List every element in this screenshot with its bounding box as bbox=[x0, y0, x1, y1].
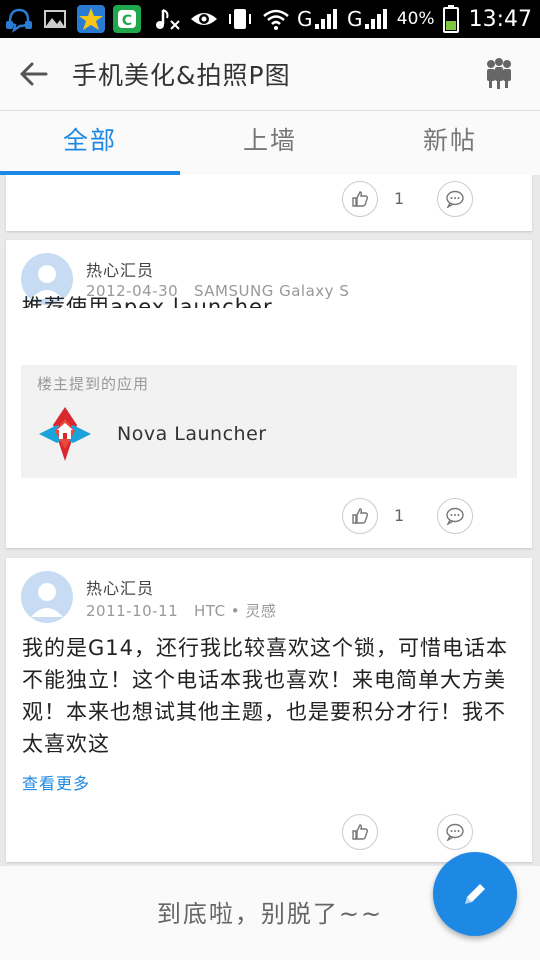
gallery-icon bbox=[44, 10, 66, 28]
comment-icon bbox=[446, 507, 464, 525]
thumbs-up-icon bbox=[352, 824, 369, 840]
see-more-link[interactable]: 查看更多 bbox=[22, 770, 90, 794]
thumbs-up-icon bbox=[352, 508, 369, 524]
avatar[interactable] bbox=[21, 571, 73, 623]
battery-percent: 40% bbox=[396, 9, 435, 29]
music-muted-icon bbox=[155, 9, 180, 30]
eye-icon bbox=[190, 13, 217, 25]
tab-all[interactable]: 全部 bbox=[0, 111, 180, 175]
battery-icon bbox=[442, 5, 459, 33]
post-card: 热心汇员 2012-04-30 SAMSUNG Galaxy S 推荐使用ape… bbox=[6, 240, 532, 548]
clock: 13:47 bbox=[468, 6, 532, 32]
thumbs-up-icon bbox=[352, 191, 369, 207]
wifi-icon bbox=[262, 9, 289, 30]
post-meta: 2011-10-11 HTC • 灵感 bbox=[86, 600, 276, 621]
chat-bubble-icon bbox=[6, 8, 32, 33]
post-card: 1 bbox=[6, 175, 532, 231]
mentioned-app-card[interactable]: 楼主提到的应用 Nova Launcher bbox=[21, 365, 517, 478]
c-app-icon: C bbox=[113, 5, 141, 33]
username[interactable]: 热心汇员 bbox=[86, 257, 154, 281]
comment-button[interactable] bbox=[437, 181, 473, 217]
mentioned-app-label: 楼主提到的应用 bbox=[37, 375, 150, 393]
compose-post-button[interactable] bbox=[433, 852, 517, 936]
back-arrow-icon[interactable] bbox=[18, 58, 50, 90]
pencil-icon bbox=[465, 884, 485, 904]
like-count: 1 bbox=[394, 189, 405, 208]
svg-text:G: G bbox=[297, 7, 313, 31]
members-icon[interactable] bbox=[482, 56, 516, 90]
like-button[interactable] bbox=[342, 814, 378, 850]
default-avatar-icon bbox=[31, 583, 63, 617]
nova-launcher-icon bbox=[39, 407, 91, 461]
like-button[interactable] bbox=[342, 181, 378, 217]
comment-button[interactable] bbox=[437, 814, 473, 850]
tab-wall[interactable]: 上墙 bbox=[180, 111, 360, 175]
like-count: 1 bbox=[394, 506, 405, 525]
post-list[interactable]: 1 热心汇员 2012-04-30 SAMSUNG Galaxy S 推荐使用a… bbox=[0, 175, 540, 960]
post-body: 推荐使用apex launcher bbox=[22, 295, 273, 308]
svg-text:G: G bbox=[347, 7, 363, 31]
mentioned-app-name: Nova Launcher bbox=[117, 423, 267, 445]
star-app-icon bbox=[77, 5, 105, 33]
vibrate-icon bbox=[228, 9, 251, 29]
post-date: 2011-10-11 bbox=[86, 602, 179, 620]
signal-g2-icon: G bbox=[347, 7, 387, 31]
tab-bar: 全部 上墙 新帖 bbox=[0, 111, 540, 175]
like-button[interactable] bbox=[342, 498, 378, 534]
app-bar: 手机美化&拍照P图 bbox=[0, 38, 540, 111]
svg-text:C: C bbox=[122, 13, 132, 29]
tab-new-posts[interactable]: 新帖 bbox=[360, 111, 540, 175]
post-device: HTC • 灵感 bbox=[194, 602, 277, 620]
comment-icon bbox=[446, 823, 464, 841]
page-title: 手机美化&拍照P图 bbox=[72, 61, 291, 90]
post-card: 热心汇员 2011-10-11 HTC • 灵感 我的是G14，还行我比较喜欢这… bbox=[6, 558, 532, 862]
post-body: 我的是G14，还行我比较喜欢这个锁，可惜电话本不能独立！这个电话本我也喜欢！来电… bbox=[22, 636, 508, 756]
status-bar: C G G 40% 13:47 bbox=[0, 0, 540, 38]
comment-button[interactable] bbox=[437, 498, 473, 534]
username[interactable]: 热心汇员 bbox=[86, 575, 154, 599]
comment-icon bbox=[446, 190, 464, 208]
signal-g-icon: G bbox=[297, 7, 337, 31]
